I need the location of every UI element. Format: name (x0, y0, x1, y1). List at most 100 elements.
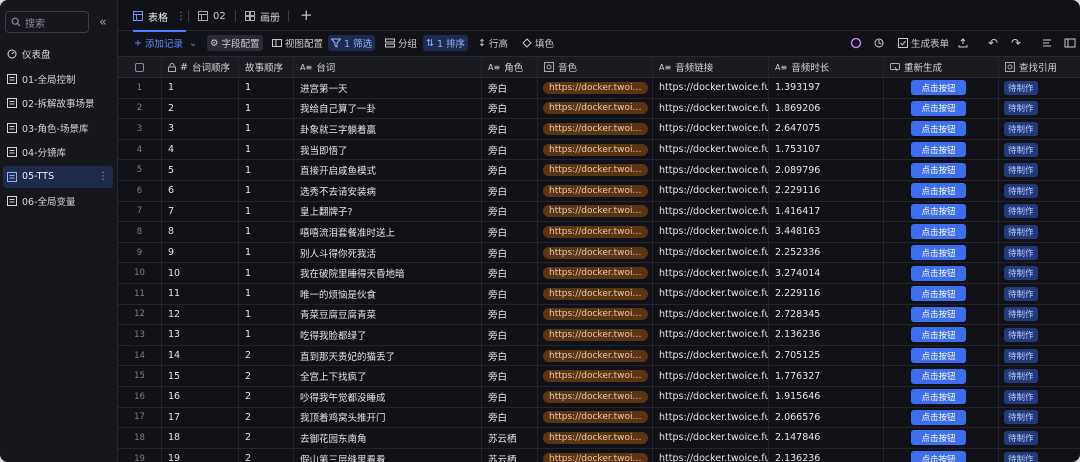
cell-ref[interactable]: 待制作 (999, 181, 1080, 201)
group-button[interactable]: 分组 (382, 35, 420, 51)
voice-link-pill[interactable]: https://docker.twoice.fun/... (543, 308, 648, 321)
row-index[interactable]: 5 (118, 160, 162, 180)
cell-voice[interactable]: https://docker.twoice.fun/... (538, 428, 653, 448)
cell-story[interactable]: 1 (239, 78, 294, 98)
cell-order[interactable]: 13 (162, 325, 239, 345)
cell-order[interactable]: 15 (162, 366, 239, 386)
cell-duration[interactable]: 1.869206 (769, 98, 884, 119)
sort-button[interactable]: ⇅ 1 排序 (423, 35, 469, 51)
cell-story[interactable]: 1 (239, 284, 294, 304)
regenerate-button[interactable]: 点击按钮 (911, 389, 966, 405)
cell-role[interactable]: 旁白 (482, 366, 538, 386)
voice-link-pill[interactable]: https://docker.twoice.fun/... (543, 431, 648, 444)
collapse-rows-icon[interactable] (1040, 36, 1054, 50)
cell-voice[interactable]: https://docker.twoice.fun/... (538, 139, 653, 160)
cell-role[interactable]: 旁白 (482, 78, 538, 98)
cell-ref[interactable]: 待制作 (999, 387, 1080, 407)
add-record-button[interactable]: + 添加记录 ⌄ (131, 35, 200, 51)
sidebar-item[interactable]: 02-拆解故事场景 (3, 92, 113, 114)
cell-story[interactable]: 2 (239, 448, 294, 462)
cell-voice[interactable]: https://docker.twoice.fun/... (538, 263, 653, 283)
cell-story[interactable]: 1 (239, 263, 294, 283)
cell-voice[interactable]: https://docker.twoice.fun/... (538, 304, 653, 325)
cell-order[interactable]: 4 (162, 139, 239, 160)
voice-link-pill[interactable]: https://docker.twoice.fun/... (543, 205, 648, 218)
table-row[interactable]: 13 13 1 吃得我脸都绿了 旁白 https://docker.twoice.fun/… (118, 325, 1080, 346)
cell-order[interactable]: 3 (162, 119, 239, 139)
cell-line[interactable]: 我顶着鸡窝头推开门 (294, 407, 482, 428)
cell-line[interactable]: 别人斗得你死我活 (294, 242, 482, 263)
cell-ref[interactable]: 待制作 (999, 305, 1080, 325)
cell-link[interactable]: https://docker.twoice.fu... (653, 387, 769, 407)
cell-ref[interactable]: 待制作 (999, 202, 1080, 222)
cell-order[interactable]: 19 (162, 448, 239, 462)
column-header-duration[interactable]: A≡ 音频时长 (769, 57, 884, 77)
table-row[interactable]: 99 1 别人斗得你死我活 旁白 https://docker.twoice.fun/.… (118, 242, 1080, 264)
cell-voice[interactable]: https://docker.twoice.fun/... (538, 242, 653, 263)
cell-voice[interactable]: https://docker.twoice.fun/... (538, 78, 653, 98)
cell-line[interactable]: 去御花园东南角 (294, 428, 482, 448)
cell-voice[interactable]: https://docker.twoice.fun/... (538, 407, 653, 428)
column-header-order[interactable]: # 台词顺序 (162, 57, 239, 77)
cell-ref[interactable]: 待制作 (999, 366, 1080, 386)
cell-line[interactable]: 假山第三层缝里看看 (294, 448, 482, 462)
row-index[interactable]: 8 (118, 222, 162, 242)
cell-ref[interactable]: 待制作 (999, 428, 1080, 448)
tab-table[interactable]: 表格 ⋮ (133, 6, 186, 32)
cell-order[interactable]: 16 (162, 387, 239, 407)
cell-line[interactable]: 吵得我午觉都没睡成 (294, 387, 482, 407)
collapse-sidebar-icon[interactable]: « (95, 13, 111, 31)
more-icon[interactable]: ⋮ (176, 11, 186, 22)
row-index[interactable]: 4 (118, 139, 162, 160)
row-index[interactable]: 17 (118, 407, 162, 428)
table-row[interactable]: 11111唯一的烦恼是伙食旁白https://docker.twoice.fun… (118, 284, 1080, 305)
cell-voice[interactable]: https://docker.twoice.fun/... (538, 98, 653, 119)
share-icon[interactable] (956, 36, 970, 50)
cell-voice[interactable]: https://docker.twoice.fun/... (538, 201, 653, 222)
cell-story[interactable]: 2 (239, 428, 294, 448)
search-input[interactable]: 搜索 (5, 11, 89, 33)
cell-duration[interactable]: 2.136236 (769, 325, 884, 345)
row-height-button[interactable]: ↕ 行高 (475, 35, 511, 51)
cell-duration[interactable]: 2.066576 (769, 407, 884, 428)
voice-link-pill[interactable]: https://docker.twoice.fun/... (543, 225, 648, 238)
voice-link-pill[interactable]: https://docker.twoice.fun/... (543, 184, 648, 197)
voice-link-pill[interactable]: https://docker.twoice.fun/... (543, 246, 648, 259)
cell-duration[interactable]: 3.448163 (769, 222, 884, 242)
cell-role[interactable]: 旁白 (482, 304, 538, 325)
cell-story[interactable]: 1 (239, 98, 294, 119)
cell-ref[interactable]: 待制作 (999, 119, 1080, 139)
cell-story[interactable]: 1 (239, 304, 294, 325)
row-index[interactable]: 15 (118, 366, 162, 386)
cell-ref[interactable]: 待制作 (999, 243, 1080, 263)
cell-link[interactable]: https://docker.twoice.fu... (653, 139, 769, 160)
cell-ref[interactable]: 待制作 (999, 99, 1080, 119)
cell-duration[interactable]: 3.274014 (769, 263, 884, 283)
row-index[interactable]: 19 (118, 448, 162, 462)
regenerate-button[interactable]: 点击按钮 (911, 265, 966, 281)
cell-order[interactable]: 5 (162, 160, 239, 180)
select-all-checkbox[interactable] (135, 62, 144, 72)
cell-role[interactable]: 苏云栖 (482, 428, 538, 448)
column-header-role[interactable]: A≡ 角色 (482, 57, 538, 77)
add-view-icon[interactable]: + (300, 6, 313, 24)
table-row[interactable]: 88 1 嘻嘻流泪套餐准时送上 旁白 https://docker.twoice.fun… (118, 222, 1080, 243)
row-index[interactable]: 7 (118, 201, 162, 222)
table-row[interactable]: 10 10 1 我在破院里睡得天昏地暗 旁白 https://docker.twoice.… (118, 263, 1080, 284)
cell-duration[interactable]: 2.705125 (769, 345, 884, 366)
cell-order[interactable]: 17 (162, 407, 239, 428)
table-row[interactable]: 15 15 2 全宫上下找疯了 旁白 https://docker.twoice.fun/… (118, 366, 1080, 387)
cell-voice[interactable]: https://docker.twoice.fun/... (538, 448, 653, 462)
cell-voice[interactable]: https://docker.twoice.fun/... (538, 222, 653, 242)
cell-order[interactable]: 12 (162, 304, 239, 325)
voice-link-pill[interactable]: https://docker.twoice.fun/... (543, 81, 648, 94)
cell-ref[interactable]: 待制作 (999, 140, 1080, 160)
cell-link[interactable]: https://docker.twoice.fu... (653, 98, 769, 119)
cell-role[interactable]: 旁白 (482, 345, 538, 366)
cell-ref[interactable]: 待制作 (999, 346, 1080, 366)
cell-story[interactable]: 1 (239, 242, 294, 263)
cell-duration[interactable]: 2.229116 (769, 284, 884, 304)
cell-story[interactable]: 1 (239, 181, 294, 201)
voice-link-pill[interactable]: https://docker.twoice.fun/... (543, 328, 648, 341)
more-options-icon[interactable] (1063, 36, 1077, 50)
